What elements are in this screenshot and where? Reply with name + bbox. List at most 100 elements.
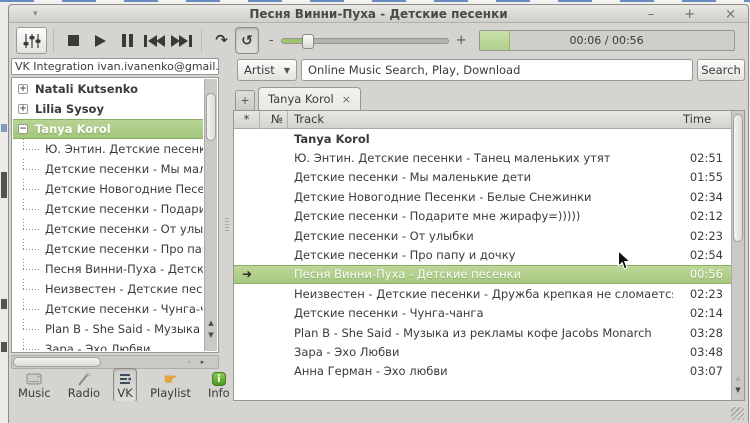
scroll-down-icon[interactable]: ▼: [205, 330, 217, 341]
repeat-button[interactable]: ↺: [235, 27, 259, 54]
stop-button[interactable]: [60, 28, 87, 54]
column-header-track[interactable]: Track: [288, 111, 673, 129]
track-row[interactable]: Детские песенки - Подарите мне жирафу=))…: [234, 207, 731, 226]
tree-item-label: Детские песенки - Чунга-чанга: [45, 302, 203, 316]
tree-item[interactable]: Детские песенки - Чунга-чанга: [13, 299, 203, 319]
window-menu-icon[interactable]: ▾: [33, 6, 38, 22]
tracklist-scrollbar-thumb[interactable]: [733, 114, 743, 242]
track-table: * № Track Time Tanya Korol: [233, 110, 745, 401]
tab-label: Tanya Korol: [268, 92, 334, 106]
tab-close-icon[interactable]: ×: [342, 93, 351, 106]
track-row[interactable]: Детские Новогодние Песенки - Белые Снежи…: [234, 187, 731, 206]
scroll-down-icon[interactable]: ▼: [732, 385, 744, 396]
vk-account-header[interactable]: VK Integration ivan.ivanenko@gmail.: [11, 58, 219, 75]
tree-item[interactable]: Песня Винни-Пуха - Детские песенки: [13, 259, 203, 279]
playing-arrow-icon: ➜: [242, 267, 252, 281]
track-title: Детские песенки - Подарите мне жирафу=))…: [288, 209, 673, 223]
sidebar-horizontal-scrollbar[interactable]: ◂ ▸: [11, 355, 219, 369]
track-row[interactable]: Детские песенки - Про папу и дочку 02:54: [234, 245, 731, 264]
volume-handle[interactable]: [302, 34, 314, 49]
new-tab-button[interactable]: +: [235, 90, 255, 110]
previous-icon: [144, 35, 165, 47]
column-header-number[interactable]: №: [260, 111, 288, 129]
mouse-cursor: [617, 250, 631, 271]
tree-item-label: Plan B - She Said - Музыка из рекламы ко…: [45, 322, 203, 336]
nav-tab-vk[interactable]: VK: [113, 368, 137, 403]
expander-icon[interactable]: +: [18, 104, 28, 114]
track-row[interactable]: Ю. Энтин. Детские песенки - Танец малень…: [234, 148, 731, 167]
search-filter-dropdown[interactable]: Artist ▼: [237, 59, 297, 81]
maximize-button[interactable]: +: [684, 7, 695, 22]
nav-tab-label: Music: [18, 387, 51, 400]
tree-item[interactable]: Plan B - She Said - Музыка из рекламы ко…: [13, 319, 203, 339]
sidebar-vertical-scrollbar[interactable]: ▲ ▼: [204, 79, 217, 351]
resize-grip-icon[interactable]: [731, 407, 744, 420]
column-header-star[interactable]: *: [234, 111, 260, 129]
table-header[interactable]: * № Track Time: [234, 111, 731, 129]
track-row[interactable]: Tanya Korol: [234, 129, 731, 148]
volume-minus[interactable]: -: [269, 33, 274, 48]
source-nav-tabs: Music Radio VK ☛ Playlist i Info: [11, 370, 219, 401]
pause-button[interactable]: [114, 28, 141, 54]
tree-item[interactable]: Зара - Эхо Любви: [13, 339, 203, 351]
nav-tab-label: Playlist: [150, 387, 191, 400]
track-row[interactable]: Неизвестен - Детские песенки - Дружба кр…: [234, 284, 731, 303]
tab-tanya-korol[interactable]: Tanya Korol ×: [258, 87, 361, 110]
track-row[interactable]: Детские песенки - От улыбки 02:23: [234, 226, 731, 245]
volume-plus[interactable]: +: [456, 33, 467, 48]
search-input[interactable]: [301, 59, 693, 81]
scroll-up-icon[interactable]: ▲: [732, 373, 744, 384]
play-button[interactable]: [87, 28, 114, 54]
tracklist-vertical-scrollbar[interactable]: ▲ ▼: [731, 111, 744, 400]
search-button[interactable]: Search: [697, 59, 745, 81]
marker-cell: ➜: [234, 267, 260, 281]
tree-item[interactable]: Детские песенки - От улыбки: [13, 219, 203, 239]
playback-toolbar: ↷ ↺ - + 00:06 / 00:56: [9, 23, 748, 58]
pane-splitter[interactable]: [221, 58, 233, 401]
tree-item[interactable]: Ю. Энтин. Детские песенки - Танец малень…: [13, 139, 203, 159]
tree-item[interactable]: + Lilia Sysoy: [13, 99, 203, 119]
scroll-left-icon[interactable]: ◂: [183, 356, 194, 368]
track-row[interactable]: Детские песенки - Мы маленькие дети 01:5…: [234, 168, 731, 187]
previous-button[interactable]: [141, 28, 168, 54]
track-row[interactable]: Детские песенки - Чунга-чанга 02:14: [234, 304, 731, 323]
main-panel: Artist ▼ Search + Tanya Korol × * № Trac…: [233, 58, 748, 401]
tree-item[interactable]: − Tanya Korol: [13, 119, 203, 139]
track-row[interactable]: Plan B - She Said - Музыка из рекламы ко…: [234, 323, 731, 342]
volume-control: - +: [269, 33, 467, 48]
tree-item[interactable]: Детские Новогодние Песенки - Белые Снежи…: [13, 179, 203, 199]
tree-item[interactable]: Детские песенки - Подарите мне жирафу=))…: [13, 199, 203, 219]
scroll-up-icon[interactable]: ▲: [205, 318, 217, 329]
nav-tab-playlist[interactable]: ☛ Playlist: [146, 368, 195, 403]
track-title: Неизвестен - Детские песенки - Дружба кр…: [288, 287, 673, 301]
scroll-right-icon[interactable]: ▸: [197, 356, 208, 368]
column-header-time[interactable]: Time: [673, 111, 731, 129]
tree-item[interactable]: Детские песенки - Про папу и дочку: [13, 239, 203, 259]
pause-icon: [122, 34, 133, 47]
toolbar-separator: [201, 29, 202, 53]
track-row[interactable]: Анна Герман - Эхо любви 03:07: [234, 362, 731, 381]
expander-icon[interactable]: +: [18, 84, 28, 94]
nav-tab-music[interactable]: Music: [14, 368, 55, 403]
next-button[interactable]: [168, 28, 195, 54]
track-title: Детские песенки - От улыбки: [288, 229, 673, 243]
tree-item[interactable]: + Natali Kutsenko: [13, 79, 203, 99]
playlist-hand-icon: ☛: [164, 371, 177, 387]
equalizer-button[interactable]: [16, 27, 47, 54]
next-icon: [171, 35, 192, 47]
stop-icon: [68, 35, 79, 46]
progress-bar[interactable]: 00:06 / 00:56: [479, 30, 735, 51]
nav-tab-radio[interactable]: Radio: [64, 368, 104, 403]
sidebar-scrollbar-thumb[interactable]: [206, 93, 216, 141]
track-row[interactable]: Зара - Эхо Любви 03:48: [234, 342, 731, 361]
close-button[interactable]: ×: [725, 7, 736, 22]
tree-item[interactable]: Детские песенки - Мы маленькие дети: [13, 159, 203, 179]
minimize-button[interactable]: –: [648, 7, 655, 22]
expander-icon[interactable]: −: [18, 124, 28, 134]
track-row[interactable]: ➜ Песня Винни-Пуха - Детские песенки 00:…: [234, 265, 731, 284]
title-bar[interactable]: ▾ Песня Винни-Пуха - Детские песенки – +…: [9, 5, 748, 23]
tree-item[interactable]: Неизвестен - Детские песенки - Дружба кр…: [13, 279, 203, 299]
shuffle-button[interactable]: ↷: [208, 28, 235, 54]
sidebar-hscrollbar-thumb[interactable]: [13, 357, 101, 367]
volume-slider[interactable]: [281, 38, 449, 44]
